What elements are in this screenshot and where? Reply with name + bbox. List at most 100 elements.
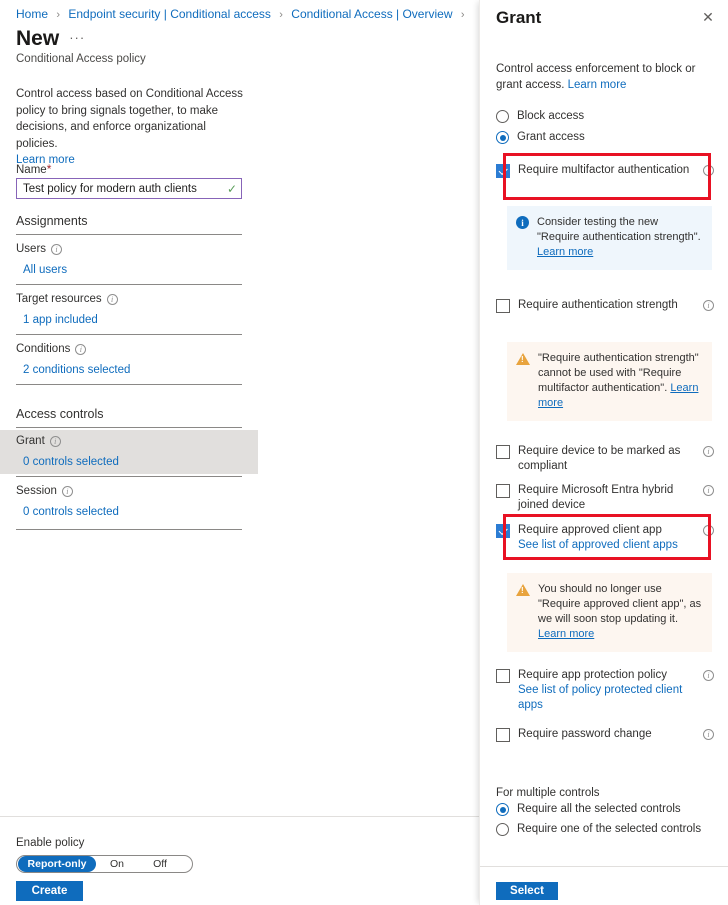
warning-icon <box>516 584 530 596</box>
assignment-field-conditions[interactable]: Conditions i 2 conditions selected <box>0 338 258 388</box>
assignment-field-value[interactable]: All users <box>23 263 67 278</box>
select-button[interactable]: Select <box>496 882 558 900</box>
breadcrumb-separator: › <box>279 9 283 21</box>
radio-grant-access[interactable]: Grant access <box>496 130 585 145</box>
assignment-field-users[interactable]: Users i All users <box>0 238 258 288</box>
checkbox-icon[interactable] <box>496 728 510 742</box>
info-icon[interactable]: i <box>61 486 73 497</box>
access-field-value[interactable]: 0 controls selected <box>23 455 119 470</box>
enable-option-on[interactable]: On <box>96 856 138 872</box>
close-icon[interactable]: ✕ <box>700 9 716 25</box>
breadcrumb-item-endpoint-security[interactable]: Endpoint security | Conditional access <box>68 7 271 21</box>
breadcrumb-item-conditional-access-overview[interactable]: Conditional Access | Overview <box>291 7 452 21</box>
message-box-warning-approved-client-app: You should no longer use "Require approv… <box>507 573 712 652</box>
info-icon[interactable]: i <box>51 244 63 255</box>
flyout-title: Grant <box>496 8 542 27</box>
access-field-label: Grant <box>16 435 45 447</box>
checkbox-label-group: Require approved client app See list of … <box>518 523 695 553</box>
access-field-session[interactable]: Session i 0 controls selected <box>0 480 258 524</box>
assignment-field-label: Conditions <box>16 343 71 355</box>
approved-client-apps-link[interactable]: See list of approved client apps <box>518 538 695 553</box>
assignment-field-label: Users <box>16 243 47 255</box>
enable-policy-toggle[interactable]: Report-only On Off <box>16 855 193 873</box>
assignment-field-title: Users i <box>16 242 63 257</box>
radio-label: Block access <box>517 110 585 122</box>
checkbox-row-require-app-protection-policy[interactable]: Require app protection policy See list o… <box>496 668 714 713</box>
page-title: New <box>16 27 60 50</box>
assignment-field-target-resources[interactable]: Target resources i 1 app included <box>0 288 258 338</box>
access-field-label: Session <box>16 485 57 497</box>
message-text: "Require authentication strength" cannot… <box>538 351 702 411</box>
message-body: Consider testing the new "Require authen… <box>537 216 701 243</box>
info-filled-icon: i <box>516 216 529 229</box>
checkbox-icon-checked[interactable] <box>496 524 510 538</box>
info-icon[interactable]: i <box>106 294 118 305</box>
info-icon[interactable]: i <box>703 670 714 681</box>
checkbox-row-require-hybrid-joined-device[interactable]: Require Microsoft Entra hybrid joined de… <box>496 483 714 513</box>
checkbox-row-require-approved-client-app[interactable]: Require approved client app See list of … <box>496 523 714 553</box>
enable-option-off[interactable]: Off <box>138 856 182 872</box>
info-icon[interactable]: i <box>703 485 714 496</box>
assignment-field-title: Target resources i <box>16 292 118 307</box>
breadcrumb-item-home[interactable]: Home <box>16 7 48 21</box>
intro-text: Control access based on Conditional Acce… <box>16 88 243 150</box>
divider <box>0 816 479 817</box>
assignments-heading: Assignments <box>16 214 88 228</box>
name-input[interactable]: Test policy for modern auth clients ✓ <box>16 178 242 199</box>
assignment-field-value[interactable]: 2 conditions selected <box>23 363 130 378</box>
radio-block-access[interactable]: Block access <box>496 109 584 124</box>
flyout-learn-more-link[interactable]: Learn more <box>568 79 627 91</box>
checkbox-icon-checked[interactable] <box>496 164 510 178</box>
breadcrumb-separator: › <box>56 9 61 21</box>
radio-require-one-control[interactable]: Require one of the selected controls <box>496 822 701 837</box>
info-icon[interactable]: i <box>703 300 714 311</box>
checkbox-icon[interactable] <box>496 484 510 498</box>
enable-option-report-only[interactable]: Report-only <box>18 856 96 872</box>
divider <box>16 384 242 385</box>
warning-icon <box>516 353 530 365</box>
name-input-value: Test policy for modern auth clients <box>23 182 197 195</box>
info-icon[interactable]: i <box>703 525 714 536</box>
info-icon[interactable]: i <box>703 729 714 740</box>
breadcrumb: Home › Endpoint security | Conditional a… <box>16 6 470 23</box>
checkbox-row-require-device-compliant[interactable]: Require device to be marked as compliant… <box>496 444 714 474</box>
checkbox-icon[interactable] <box>496 669 510 683</box>
info-icon[interactable]: i <box>75 344 87 355</box>
checkbox-label: Require Microsoft Entra hybrid joined de… <box>518 484 674 511</box>
checkbox-label: Require authentication strength <box>518 299 678 311</box>
divider <box>480 866 728 867</box>
message-box-info-auth-strength: i Consider testing the new "Require auth… <box>507 206 712 270</box>
message-learn-more-link[interactable]: Learn more <box>537 246 593 258</box>
more-options-icon[interactable]: ··· <box>69 30 85 45</box>
divider <box>16 427 242 428</box>
checkbox-label: Require device to be marked as compliant <box>518 445 681 472</box>
info-icon[interactable]: i <box>703 165 714 176</box>
page-subtitle: Conditional Access policy <box>16 53 146 65</box>
assignment-field-value[interactable]: 1 app included <box>23 313 98 328</box>
info-icon[interactable]: i <box>49 436 61 447</box>
checkbox-icon[interactable] <box>496 445 510 459</box>
checkbox-row-require-password-change[interactable]: Require password change i <box>496 727 714 742</box>
message-box-warning-auth-strength-conflict: "Require authentication strength" cannot… <box>507 342 712 421</box>
create-button[interactable]: Create <box>16 881 83 901</box>
radio-require-all-controls[interactable]: Require all the selected controls <box>496 802 681 817</box>
checkbox-label: Require app protection policy <box>518 669 667 681</box>
policy-protected-apps-link[interactable]: See list of policy protected client apps <box>518 683 695 713</box>
checkbox-label: Require multifactor authentication <box>518 164 690 176</box>
checkbox-icon[interactable] <box>496 299 510 313</box>
required-indicator: * <box>46 162 52 176</box>
radio-icon-selected <box>496 803 509 816</box>
access-field-value[interactable]: 0 controls selected <box>23 505 119 520</box>
checkbox-label: Require approved client app <box>518 524 662 536</box>
access-field-title: Grant i <box>16 434 61 449</box>
divider <box>16 476 242 477</box>
checkbox-row-require-multifactor-authentication[interactable]: Require multifactor authentication i <box>496 163 714 178</box>
info-icon[interactable]: i <box>703 446 714 457</box>
radio-icon <box>496 823 509 836</box>
divider <box>16 234 242 235</box>
message-learn-more-link[interactable]: Learn more <box>538 628 594 640</box>
access-field-grant[interactable]: Grant i 0 controls selected <box>0 430 258 474</box>
checkbox-label-group: Require app protection policy See list o… <box>518 668 695 713</box>
name-label-text: Name <box>16 164 47 176</box>
checkbox-row-require-authentication-strength[interactable]: Require authentication strength i <box>496 298 714 313</box>
